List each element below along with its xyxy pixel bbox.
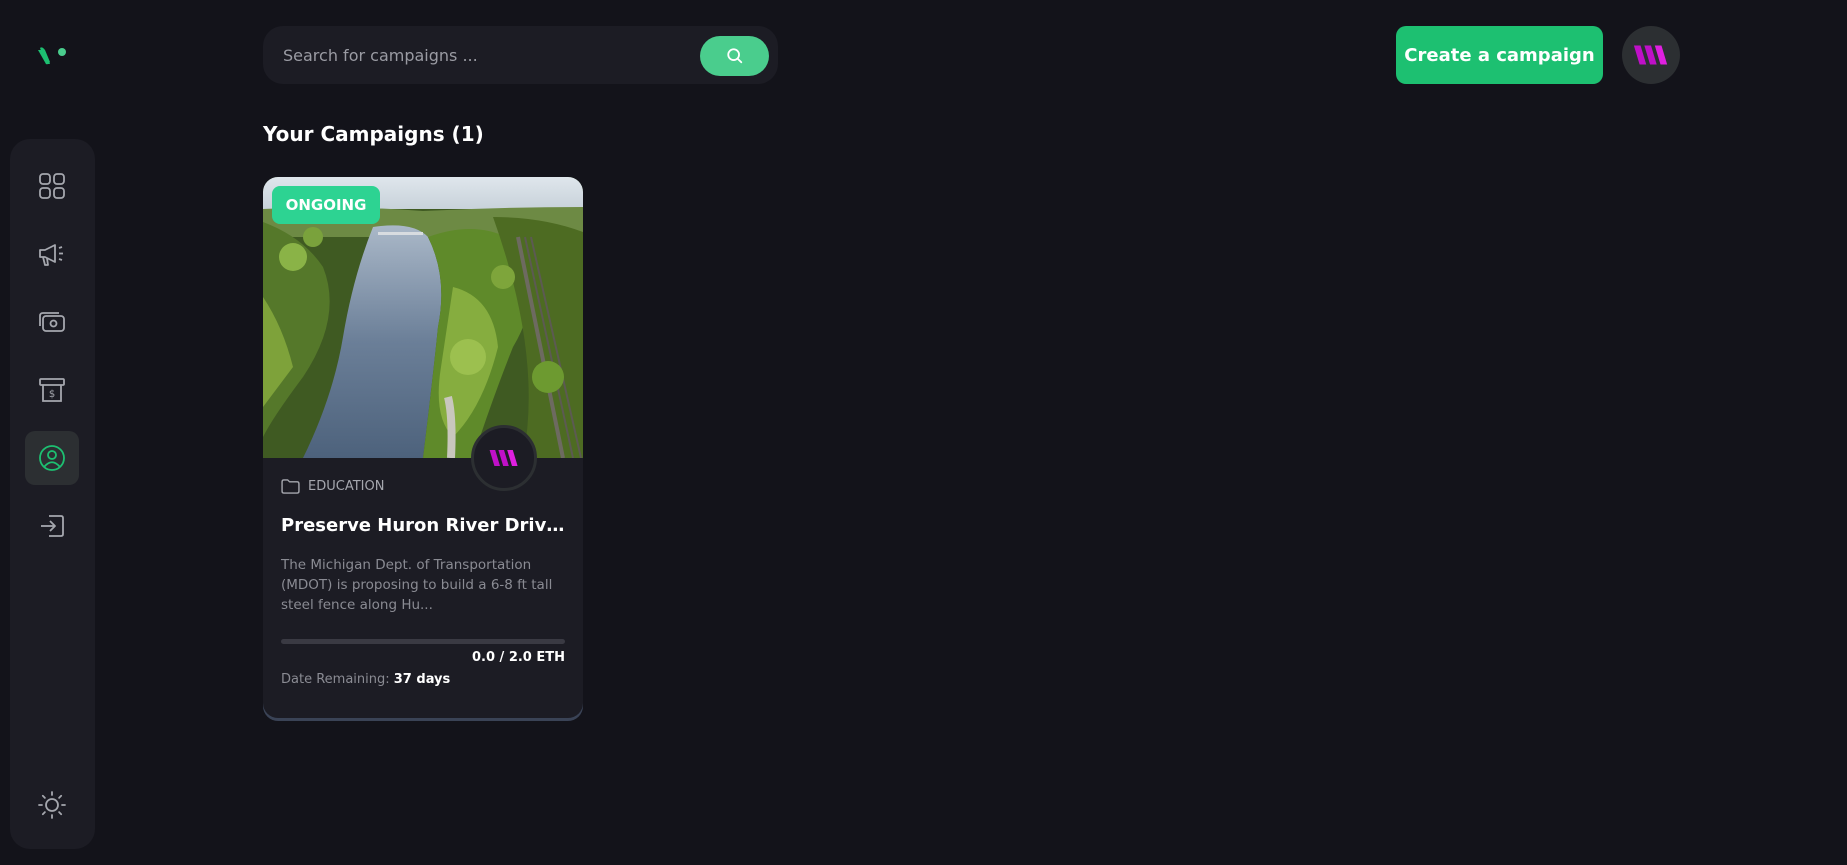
payment-icon [39, 312, 65, 332]
sun-icon [38, 791, 66, 819]
status-badge: ONGOING [272, 186, 380, 224]
withdraw-icon: $ [39, 378, 65, 402]
date-remaining-label: Date Remaining: [281, 672, 390, 687]
sidebar-item-payment[interactable] [25, 295, 79, 349]
date-remaining: Date Remaining: 37 days [281, 672, 450, 687]
sidebar-item-profile[interactable] [25, 431, 79, 485]
folder-icon [281, 479, 300, 494]
campaign-category: EDUCATION [281, 479, 384, 494]
campaign-amount: 0.0 / 2.0 ETH [471, 650, 565, 665]
search-icon [726, 48, 742, 64]
dashboard-icon [39, 173, 65, 199]
campaign-owner-avatar [471, 425, 537, 491]
progress-bar [281, 639, 565, 644]
sidebar-item-dashboard[interactable] [25, 159, 79, 213]
date-remaining-value: 37 days [393, 672, 451, 687]
search-input[interactable] [281, 40, 681, 70]
theme-toggle[interactable] [37, 790, 67, 820]
brand-logo-icon [489, 450, 518, 466]
profile-icon [39, 445, 65, 471]
megaphone-icon [39, 244, 63, 266]
search-bar [263, 26, 778, 84]
sidebar-item-logout[interactable] [25, 499, 79, 553]
sidebar-item-campaigns[interactable] [25, 227, 79, 281]
search-button[interactable] [700, 36, 769, 76]
campaign-description: The Michigan Dept. of Transportation (MD… [281, 557, 553, 613]
page-title: Your Campaigns (1) [263, 122, 484, 146]
campaign-title: Preserve Huron River Drive (A... [281, 515, 571, 536]
sidebar: $ [10, 139, 95, 849]
create-campaign-button[interactable]: Create a campaign [1396, 26, 1603, 84]
brand-logo-icon [1633, 45, 1668, 65]
sidebar-item-withdraw[interactable]: $ [25, 363, 79, 417]
user-avatar[interactable] [1622, 26, 1680, 84]
app-logo[interactable] [36, 42, 68, 68]
logout-icon [41, 515, 64, 537]
category-label: EDUCATION [308, 479, 385, 494]
svg-text:$: $ [49, 389, 55, 400]
campaign-card[interactable]: ONGOING EDUCATION Preserve Huron River D… [263, 177, 583, 718]
